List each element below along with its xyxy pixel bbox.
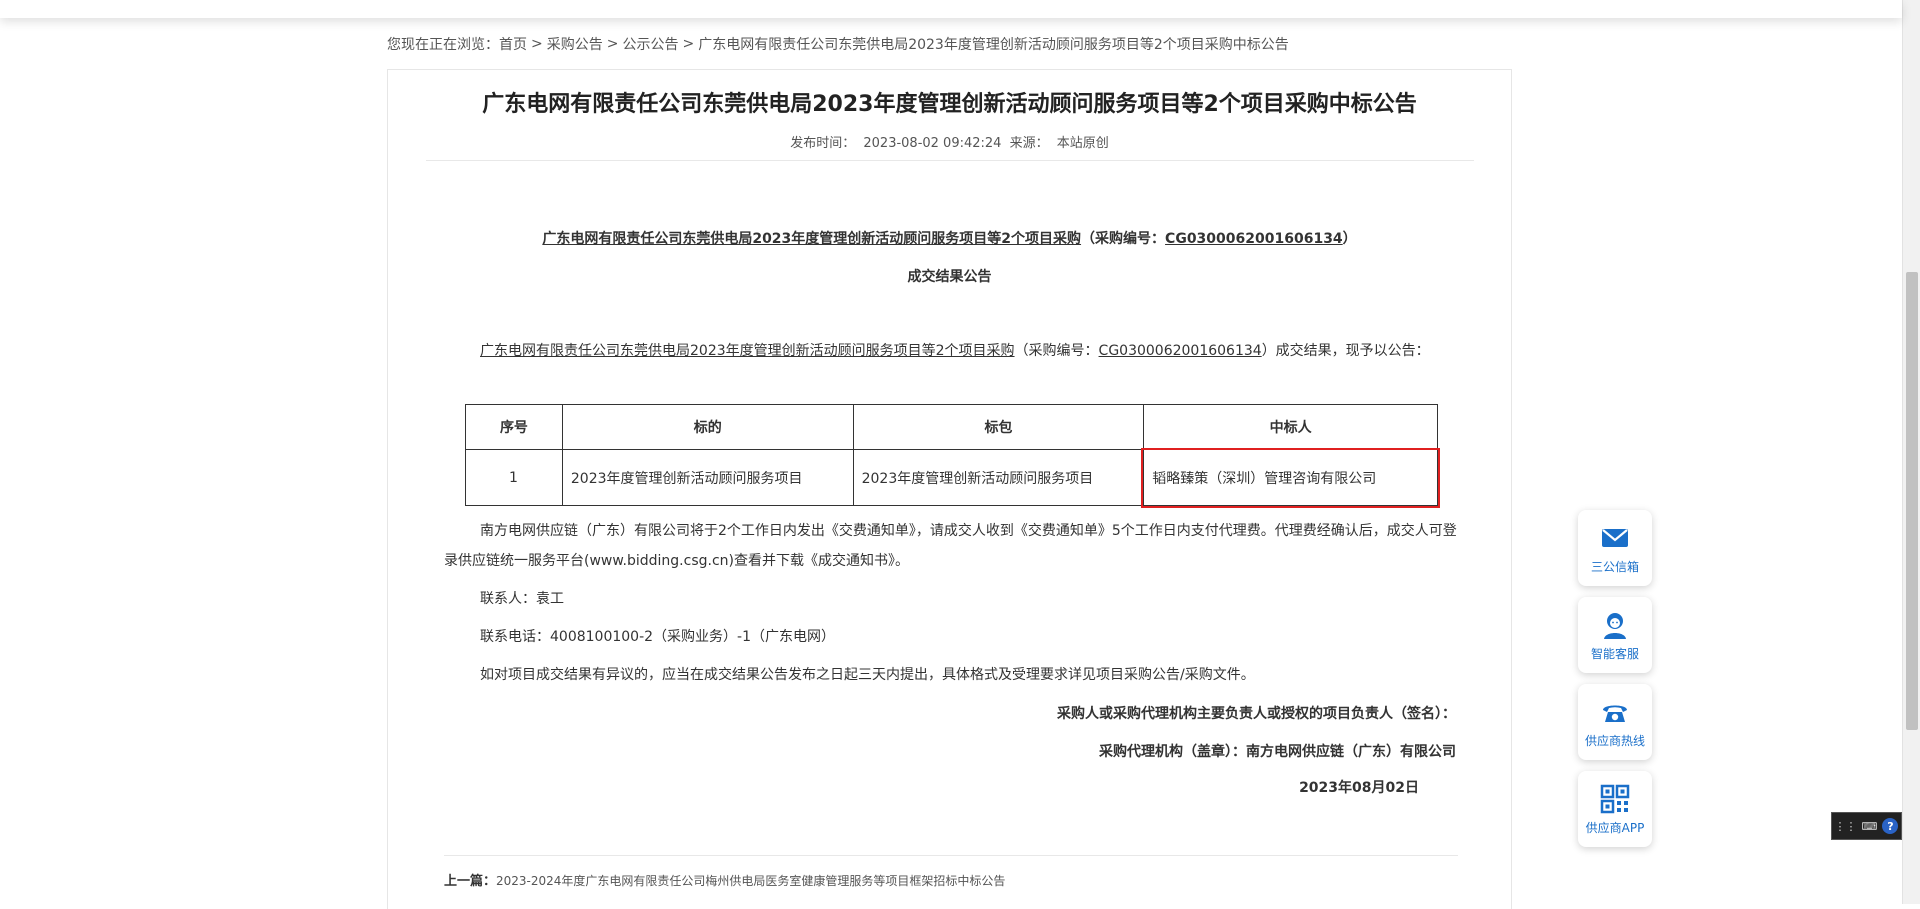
page-title: 广东电网有限责任公司东莞供电局2023年度管理创新活动顾问服务项目等2个项目采购… <box>482 92 1417 117</box>
objection-line: 如对项目成交结果有异议的，应当在成交结果公告发布之日起三天内提出，具体格式及受理… <box>480 667 1255 683</box>
ime-toolbar[interactable]: ⋮⋮ ⌨ ? <box>1831 812 1902 840</box>
intro-tail: ）成交结果，现予以公告： <box>1261 343 1430 359</box>
publish-time: 2023-08-02 09:42:24 <box>863 136 1002 151</box>
result-table: 序号 标的 标包 中标人 1 2023年度管理创新活动顾问服务项目 2023年度… <box>465 404 1441 509</box>
phone-line: 联系电话：4008100100-2（采购业务）-1（广东电网） <box>480 629 835 645</box>
breadcrumb-procurement[interactable]: 采购公告 <box>547 34 603 54</box>
doc-heading-code-prefix: （采购编号： <box>1081 231 1166 247</box>
signature-line: 采购人或采购代理机构主要负责人或授权的项目负责人（签名）： <box>1057 706 1456 722</box>
title-divider <box>426 160 1474 161</box>
table-header-row: 序号 标的 标包 中标人 <box>465 404 1438 450</box>
doc-heading-code: CG0300062001606134 <box>1165 231 1343 247</box>
widget-app-label: 供应商APP <box>1585 820 1645 835</box>
prev-article-title[interactable]: 2023-2024年度广东电网有限责任公司梅州供电局医务室健康管理服务等项目框架… <box>496 874 1005 888</box>
agency-line: 采购代理机构（盖章）：南方电网供应链（广东）有限公司 <box>1099 744 1456 760</box>
table-header-lot: 标包 <box>852 404 1145 450</box>
intro-paragraph: 广东电网有限责任公司东莞供电局2023年度管理创新活动顾问服务项目等2个项目采购… <box>444 336 1458 366</box>
prev-article-label: 上一篇： <box>444 874 497 889</box>
widget-mailbox[interactable]: 三公信箱 <box>1578 510 1652 586</box>
scrollbar-thumb[interactable] <box>1906 272 1918 730</box>
table-header-winner: 中标人 <box>1143 404 1438 450</box>
breadcrumb-prefix: 您现在正在浏览： <box>387 37 499 53</box>
contact-line: 联系人：袁工 <box>480 591 564 607</box>
widget-service[interactable]: 智能客服 <box>1578 597 1652 673</box>
widget-app[interactable]: 供应商APP <box>1578 771 1652 847</box>
intro-project: 广东电网有限责任公司东莞供电局2023年度管理创新活动顾问服务项目等2个项目采购 <box>480 343 1015 359</box>
phone-icon <box>1603 705 1627 722</box>
table-row: 1 2023年度管理创新活动顾问服务项目 2023年度管理创新活动顾问服务项目 … <box>465 448 1441 509</box>
table-cell-lot: 2023年度管理创新活动顾问服务项目 <box>852 449 1145 506</box>
source-label: 来源： <box>1009 136 1049 151</box>
notice-date: 2023年08月02日 <box>1299 780 1419 796</box>
intro-mid: （采购编号： <box>1014 343 1099 359</box>
prev-article-link[interactable]: 上一篇：2023-2024年度广东电网有限责任公司梅州供电局医务室健康管理服务等… <box>444 870 1005 889</box>
side-widget-panel: 三公信箱 智能客服 供应商热线 供应商APP <box>1578 510 1652 858</box>
table-cell-subject: 2023年度管理创新活动顾问服务项目 <box>561 449 854 506</box>
doc-heading: 广东电网有限责任公司东莞供电局2023年度管理创新活动顾问服务项目等2个项目采购… <box>388 228 1511 248</box>
widget-mailbox-label: 三公信箱 <box>1590 559 1639 574</box>
breadcrumb-current[interactable]: 广东电网有限责任公司东莞供电局2023年度管理创新活动顾问服务项目等2个项目采购… <box>698 34 1289 54</box>
table-cell-winner: 韬略臻策（深圳）管理咨询有限公司 <box>1141 448 1441 509</box>
help-icon[interactable]: ? <box>1882 818 1899 834</box>
widget-hotline-label: 供应商热线 <box>1584 733 1645 748</box>
widget-service-label: 智能客服 <box>1590 646 1639 661</box>
breadcrumb: 您现在正在浏览： 首页 > 采购公告 > 公示公告 > 广东电网有限责任公司东莞… <box>387 34 1289 54</box>
agent-icon <box>1604 612 1626 639</box>
table-header-subject: 标的 <box>561 404 854 450</box>
qrcode-icon <box>1600 784 1630 813</box>
table-header-index: 序号 <box>465 404 563 450</box>
intro-code: CG0300062001606134 <box>1098 343 1262 359</box>
source-value: 本站原创 <box>1056 136 1109 151</box>
mail-icon <box>1602 528 1628 547</box>
doc-subheading: 成交结果公告 <box>907 269 992 285</box>
ime-dots-icon: ⋮⋮ <box>1834 819 1857 833</box>
top-header-bar <box>0 0 1902 18</box>
keyboard-icon[interactable]: ⌨ <box>1862 820 1878 833</box>
publish-label: 发布时间： <box>790 136 856 151</box>
breadcrumb-notices[interactable]: 公示公告 <box>622 34 678 54</box>
article-panel: 广东电网有限责任公司东莞供电局2023年度管理创新活动顾问服务项目等2个项目采购… <box>387 69 1512 909</box>
table-cell-index: 1 <box>465 449 563 506</box>
notice-paragraph: 南方电网供应链（广东）有限公司将于2个工作日内发出《交费通知单》，请成交人收到《… <box>444 523 1457 569</box>
footer-divider <box>444 855 1458 856</box>
breadcrumb-home[interactable]: 首页 <box>499 34 527 54</box>
doc-heading-code-suffix: ） <box>1342 231 1357 247</box>
article-meta: 发布时间： 2023-08-02 09:42:24 来源： 本站原创 <box>388 132 1511 151</box>
widget-hotline[interactable]: 供应商热线 <box>1578 684 1652 760</box>
page-scrollbar[interactable] <box>1902 0 1920 904</box>
doc-heading-project: 广东电网有限责任公司东莞供电局2023年度管理创新活动顾问服务项目等2个项目采购 <box>542 231 1082 247</box>
